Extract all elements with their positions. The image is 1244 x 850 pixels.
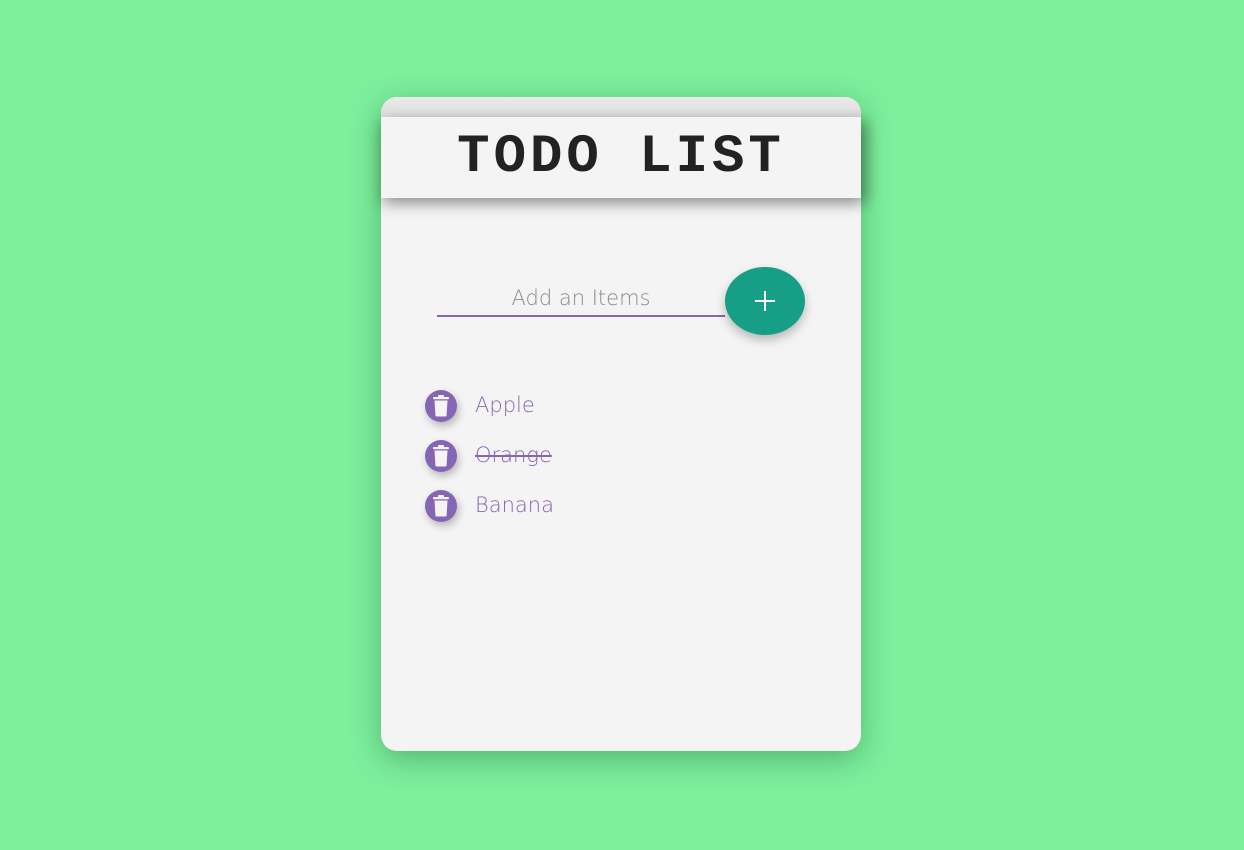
list-item: Apple bbox=[425, 381, 805, 431]
trash-icon bbox=[433, 495, 449, 517]
trash-icon bbox=[433, 445, 449, 467]
todo-list: Apple Orange Banana bbox=[425, 381, 805, 531]
add-item-input[interactable] bbox=[437, 281, 725, 317]
list-item: Orange bbox=[425, 431, 805, 481]
delete-item-button[interactable] bbox=[425, 390, 457, 422]
add-item-row bbox=[437, 267, 805, 335]
trash-icon bbox=[433, 395, 449, 417]
card-top-strip bbox=[381, 97, 861, 119]
item-label[interactable]: Banana bbox=[475, 493, 554, 517]
item-label[interactable]: Apple bbox=[475, 393, 535, 417]
todo-card: TODO LIST Apple bbox=[381, 97, 861, 751]
page-title: TODO LIST bbox=[457, 126, 785, 188]
plus-icon bbox=[755, 291, 775, 311]
delete-item-button[interactable] bbox=[425, 490, 457, 522]
item-label-completed[interactable]: Orange bbox=[475, 443, 552, 467]
add-item-button[interactable] bbox=[725, 267, 805, 335]
header-bar: TODO LIST bbox=[381, 117, 861, 198]
list-item: Banana bbox=[425, 481, 805, 531]
delete-item-button[interactable] bbox=[425, 440, 457, 472]
